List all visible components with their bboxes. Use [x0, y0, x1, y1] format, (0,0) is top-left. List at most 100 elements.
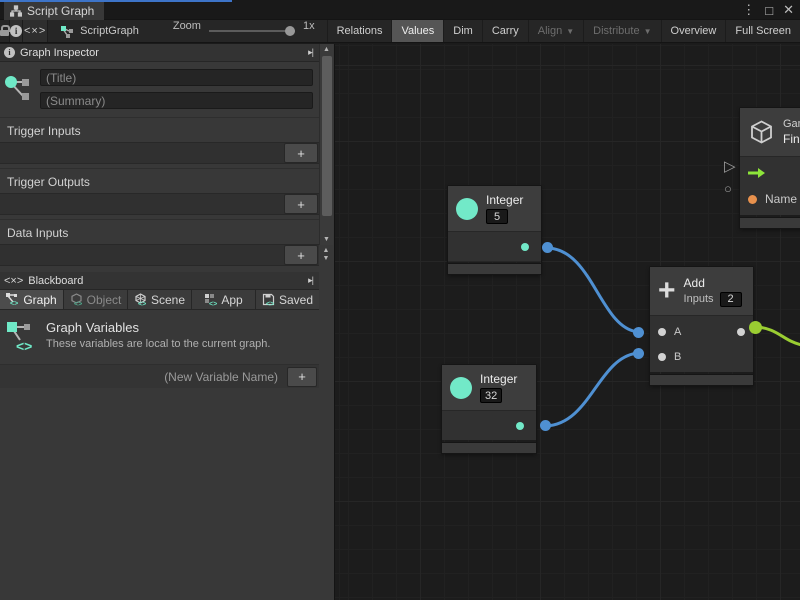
integer-value-field[interactable]: 5 [486, 209, 508, 224]
zoom-slider[interactable] [209, 20, 295, 42]
port-a-label: A [674, 326, 681, 338]
title-fields [40, 69, 313, 109]
graph-tab-icon [10, 5, 22, 17]
wire-add-output [756, 327, 800, 345]
tab-saved-variables[interactable]: <> Saved [256, 290, 319, 309]
overview-button[interactable]: Overview [661, 20, 726, 42]
integer-output-port[interactable] [521, 243, 529, 251]
trigger-inputs-list: + [0, 142, 319, 164]
name-input-port[interactable] [748, 195, 757, 204]
dropdown-arrow-icon: ▼ [644, 27, 652, 36]
info-icon: i [4, 47, 15, 58]
integer-value-field[interactable]: 32 [480, 388, 502, 403]
lock-button[interactable] [0, 20, 10, 42]
fullscreen-button[interactable]: Full Screen [725, 20, 800, 42]
relations-button[interactable]: Relations [327, 20, 392, 42]
scroll-down-icon[interactable]: ▼ [320, 255, 332, 263]
scroll-up-icon[interactable]: ▲ [320, 247, 332, 255]
input-port-a[interactable] [658, 328, 666, 336]
graph-title-input[interactable] [40, 69, 313, 86]
tab-scene-variables[interactable]: <> Scene [128, 290, 192, 309]
dock-icon[interactable]: ▸| [308, 47, 315, 58]
toolbar-buttons: Relations Values Dim Carry Align▼ Distri… [327, 20, 800, 42]
node-footer [650, 375, 753, 385]
graph-canvas[interactable]: Integer 5 Integer 32 [335, 44, 800, 600]
zoom-slider-track [209, 30, 295, 32]
tab-graph-variables[interactable]: <> Graph [0, 290, 64, 309]
inspector-scrollbar[interactable]: ▲ ▼ [319, 44, 333, 245]
game-object-icon [748, 119, 775, 146]
node-add[interactable]: + Add Inputs 2 A [650, 267, 753, 385]
dropdown-arrow-icon: ▼ [566, 27, 574, 36]
add-variable-button[interactable]: + [287, 367, 317, 387]
maximize-icon[interactable]: □ [765, 3, 773, 18]
node-header-texts: Add Inputs 2 [684, 276, 742, 307]
hollow-circle-port-icon[interactable]: ○ [724, 181, 732, 196]
zoom-slider-handle[interactable] [285, 26, 295, 36]
scroll-down-icon[interactable]: ▼ [320, 234, 333, 245]
node-integer-5[interactable]: Integer 5 [448, 186, 541, 274]
blackboard-scroll-arrows[interactable]: ▲ ▼ [320, 247, 332, 263]
add-trigger-output-button[interactable]: + [284, 194, 318, 214]
name-port-label: Name [765, 192, 797, 206]
wire-endpoint-blue[interactable] [540, 420, 551, 431]
wire-integer32-to-add-b [546, 353, 638, 426]
graph-summary-input[interactable] [40, 92, 313, 109]
tab-script-graph[interactable]: Script Graph [4, 2, 104, 20]
node-title: Integer [486, 193, 523, 207]
inspect-button[interactable]: i [10, 20, 23, 42]
carry-button[interactable]: Carry [482, 20, 528, 42]
breadcrumb[interactable]: ScriptGraph [48, 20, 153, 42]
input-port-b[interactable] [658, 353, 666, 361]
add-trigger-input-button[interactable]: + [284, 143, 318, 163]
scroll-up-icon[interactable]: ▲ [320, 44, 333, 55]
trigger-input-port[interactable] [748, 167, 766, 179]
scrollbar-thumb[interactable] [322, 56, 332, 216]
code-view-button[interactable]: <×> [23, 20, 48, 42]
graph-inspector-header: i Graph Inspector ▸| [0, 44, 319, 62]
lock-icon [0, 30, 9, 36]
new-variable-input[interactable] [4, 367, 284, 386]
tab-app-variables[interactable]: <> App [192, 290, 256, 309]
node-body [448, 231, 541, 261]
output-port-row [448, 232, 541, 261]
breadcrumb-label: ScriptGraph [80, 25, 139, 37]
sum-output-port[interactable] [737, 328, 745, 336]
wire-endpoint-blue[interactable] [542, 242, 553, 253]
node-body: Name [740, 156, 800, 215]
node-find[interactable]: Gam Fin Name [740, 108, 800, 228]
graph-variables-icon: <> [6, 293, 19, 306]
add-data-input-button[interactable]: + [284, 245, 318, 265]
close-icon[interactable]: ✕ [783, 2, 794, 18]
window-menu-icon[interactable]: ⋮ [742, 2, 755, 18]
port-b-label: B [674, 351, 681, 363]
port-row-a: A [650, 319, 753, 344]
saved-variables-icon: <> [262, 293, 275, 306]
inputs-line: Inputs 2 [684, 292, 742, 307]
wire-integer5-to-add-a [548, 248, 638, 332]
port-row-b: B [650, 344, 753, 369]
node-header-texts: Gam Fin [783, 118, 800, 146]
name-port-row: Name [740, 186, 800, 212]
values-button[interactable]: Values [391, 20, 443, 42]
graph-variables-large-icon: <> [6, 320, 36, 354]
inputs-count-field[interactable]: 2 [720, 292, 742, 307]
graph-variables-description: These variables are local to the current… [46, 338, 311, 350]
graph-title-block [0, 62, 319, 117]
trigger-inputs-label: Trigger Inputs [0, 117, 319, 142]
graph-inspector-title: Graph Inspector [20, 47, 303, 59]
wire-endpoint-green[interactable] [749, 321, 762, 334]
window-controls: ⋮ □ ✕ [742, 1, 794, 19]
hollow-triangle-port-icon[interactable]: ▷ [724, 157, 736, 175]
node-header: Integer 32 [442, 365, 536, 410]
wire-endpoint-blue[interactable] [633, 327, 644, 338]
integer-type-icon [456, 198, 478, 220]
svg-text:<>: <> [16, 338, 32, 354]
integer-output-port[interactable] [516, 422, 524, 430]
add-operator-icon: + [658, 278, 676, 304]
dim-button[interactable]: Dim [443, 20, 482, 42]
wire-endpoint-blue[interactable] [633, 348, 644, 359]
node-integer-32[interactable]: Integer 32 [442, 365, 536, 453]
dock-icon[interactable]: ▸| [308, 275, 315, 286]
node-header-texts: Integer 5 [486, 193, 523, 224]
